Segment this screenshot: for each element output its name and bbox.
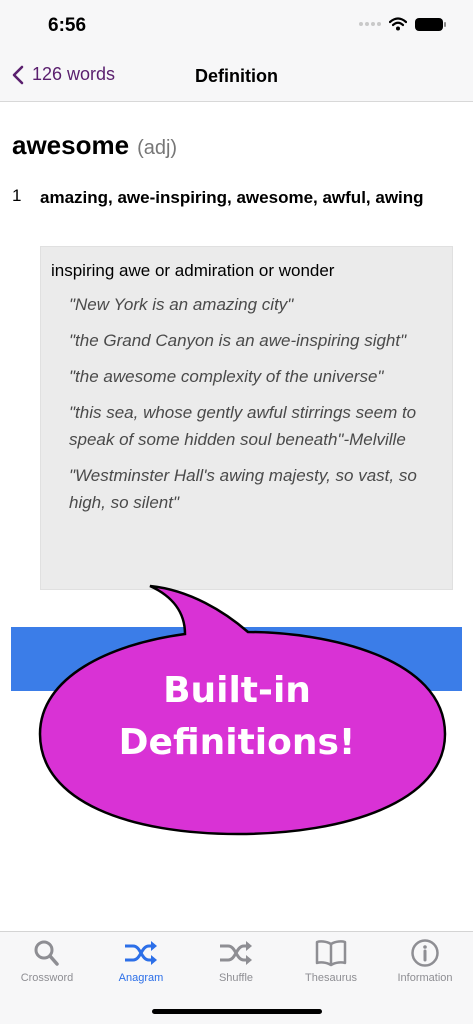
promo-text: Built-in Definitions! xyxy=(92,665,382,769)
search-icon xyxy=(34,940,59,966)
navigation-bar: 126 words Definition xyxy=(0,52,473,102)
example-sentence: "this sea, whose gently awful stirrings … xyxy=(69,403,417,449)
part-of-speech: (adj) xyxy=(137,137,178,159)
definition-gloss: inspiring awe or admiration or wonder xyxy=(51,261,335,280)
entry-word: awesome xyxy=(12,130,130,160)
signal-icon xyxy=(359,22,381,26)
tab-label: Anagram xyxy=(118,972,164,984)
home-indicator[interactable] xyxy=(152,1009,322,1014)
definition-box: inspiring awe or admiration or wonder "N… xyxy=(40,246,453,590)
promo-line-2: Definitions! xyxy=(118,722,356,763)
example-sentence: "New York is an amazing city" xyxy=(69,295,294,314)
example-sentence: "Westminster Hall's awing majesty, so va… xyxy=(69,466,417,512)
tab-crossword[interactable]: Crossword xyxy=(0,938,94,984)
example-sentence: "the Grand Canyon is an awe-inspiring si… xyxy=(69,331,407,350)
tab-label: Information xyxy=(397,972,453,984)
tab-information[interactable]: Information xyxy=(378,938,472,984)
tab-anagram[interactable]: Anagram xyxy=(94,938,188,984)
book-icon xyxy=(315,940,347,967)
tab-thesaurus[interactable]: Thesaurus xyxy=(284,938,378,984)
shuffle-icon xyxy=(125,941,157,965)
tab-label: Shuffle xyxy=(218,972,254,984)
tab-shuffle[interactable]: Shuffle xyxy=(189,938,283,984)
tab-label: Thesaurus xyxy=(305,972,357,984)
promo-line-1: Built-in xyxy=(163,670,311,711)
battery-icon xyxy=(415,17,446,31)
synonym-list: amazing, awe-inspiring, awesome, awful, … xyxy=(40,188,424,207)
status-bar: 6:56 xyxy=(0,0,473,52)
tab-label: Crossword xyxy=(20,972,74,984)
page-title: Definition xyxy=(195,66,278,86)
info-icon xyxy=(411,939,439,967)
status-icons xyxy=(359,17,446,31)
sense-number: 1 xyxy=(12,186,22,205)
shuffle-icon xyxy=(220,941,252,965)
entry-heading: awesome (adj) xyxy=(12,130,177,161)
wifi-icon xyxy=(389,17,407,31)
example-sentence: "the awesome complexity of the universe" xyxy=(69,367,384,386)
status-time: 6:56 xyxy=(48,15,87,36)
